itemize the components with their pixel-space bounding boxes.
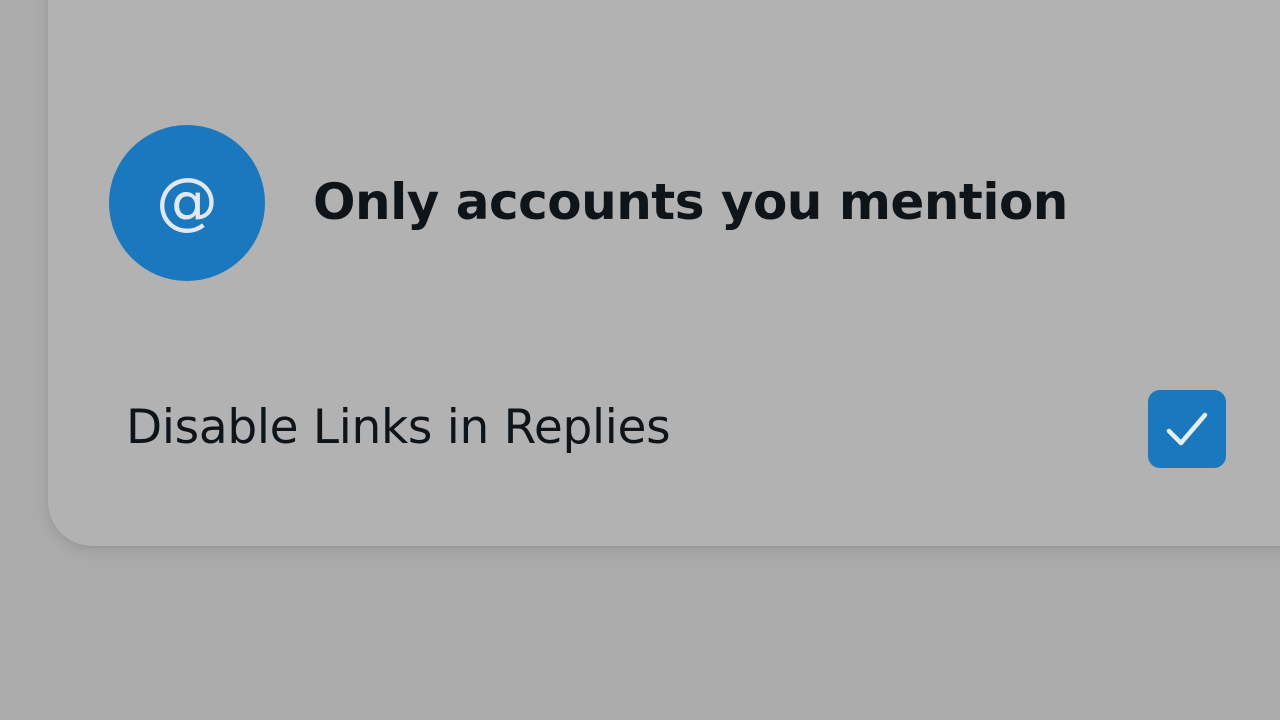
checkmark-icon xyxy=(1166,412,1208,446)
disable-links-checkbox[interactable] xyxy=(1148,390,1226,468)
reply-option-mention-button[interactable]: @ xyxy=(109,125,265,281)
reply-settings-sheet: @ Only accounts you mention Disable Link… xyxy=(48,0,1280,546)
at-sign-icon: @ xyxy=(156,164,218,237)
reply-option-mention-label[interactable]: Only accounts you mention xyxy=(313,173,1068,231)
disable-links-label: Disable Links in Replies xyxy=(126,400,671,455)
disable-links-setting-row[interactable]: Disable Links in Replies xyxy=(0,388,1280,470)
